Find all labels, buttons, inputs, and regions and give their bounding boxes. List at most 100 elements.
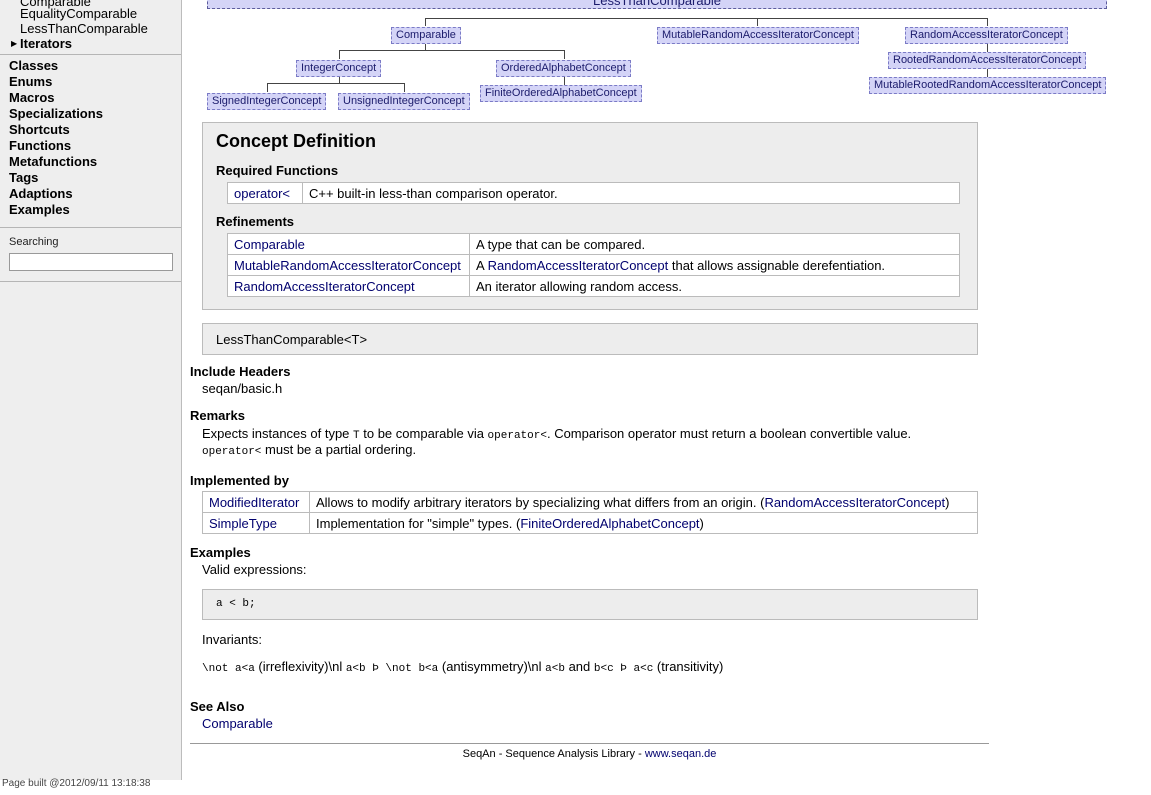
code-fragment: operator< — [487, 430, 547, 442]
graph-edge — [339, 50, 564, 51]
refinement-link[interactable]: Comparable — [234, 237, 305, 252]
footer-link[interactable]: www.seqan.de — [645, 748, 717, 760]
include-header-value: seqan/basic.h — [202, 381, 283, 396]
sidebar-item-examples[interactable]: Examples — [9, 202, 70, 217]
sidebar-item-functions[interactable]: Functions — [9, 138, 71, 153]
graph-edge — [267, 83, 404, 84]
graph-edge — [425, 18, 426, 26]
footer-text: SeqAn - Sequence Analysis Library - — [462, 748, 645, 760]
graph-edge — [404, 83, 405, 92]
graph-node-orderedalphabetconcept[interactable]: OrderedAlphabetConcept — [496, 60, 631, 77]
sidebar-item-adaptions[interactable]: Adaptions — [9, 186, 73, 201]
sidebar-divider — [0, 281, 181, 282]
valid-expressions-label: Valid expressions: — [202, 562, 307, 577]
table-cell: RandomAccessIteratorConcept — [227, 275, 470, 297]
graph-edge — [987, 18, 988, 26]
text-fragment: must be a partial ordering. — [261, 442, 417, 457]
example-code: a < b; — [216, 598, 256, 610]
graph-edge — [564, 50, 565, 59]
table-cell: An iterator allowing random access. — [469, 275, 960, 297]
graph-edge — [425, 43, 426, 50]
footer: SeqAn - Sequence Analysis Library - www.… — [190, 748, 989, 760]
text-fragment: (transitivity) — [653, 659, 724, 674]
see-also-heading: See Also — [190, 699, 245, 714]
inline-link[interactable]: FiniteOrderedAlphabetConcept — [520, 516, 699, 531]
sidebar: Comparable EqualityComparable LessThanCo… — [0, 0, 182, 780]
table-row: MutableRandomAccessIteratorConcept A Ran… — [227, 254, 960, 276]
implemented-by-heading: Implemented by — [190, 473, 289, 488]
table-cell: MutableRandomAccessIteratorConcept — [227, 254, 470, 276]
code-fragment: \not a<a — [202, 663, 255, 675]
graph-node-finiteorderedalphabetconcept[interactable]: FiniteOrderedAlphabetConcept — [480, 85, 642, 102]
implementation-link[interactable]: SimpleType — [209, 516, 277, 531]
table-cell: A type that can be compared. — [469, 233, 960, 255]
implementation-link[interactable]: ModifiedIterator — [209, 495, 299, 510]
graph-edge — [339, 50, 340, 59]
page-built-timestamp: Page built @2012/09/11 13:18:38 — [2, 778, 151, 789]
graph-node-signedintegerconcept[interactable]: SignedIntegerConcept — [207, 93, 327, 110]
table-cell: C++ built-in less-than comparison operat… — [302, 182, 960, 204]
graph-edge — [564, 76, 565, 85]
see-also-link[interactable]: Comparable — [202, 716, 273, 731]
table-row: ModifiedIterator Allows to modify arbitr… — [202, 491, 978, 513]
invariants-text: \not a<a (irreflexivity)\nl a<b Þ \not b… — [202, 659, 982, 675]
text-fragment: Allows to modify arbitrary iterators by … — [316, 494, 765, 510]
footer-divider — [190, 743, 989, 744]
code-fragment: b<c Þ a<c — [593, 663, 654, 675]
table-cell: SimpleType — [202, 512, 310, 534]
sidebar-item-tags[interactable]: Tags — [9, 170, 38, 185]
graph-node-integerconcept[interactable]: IntegerConcept — [296, 60, 382, 77]
sidebar-item-metafunctions[interactable]: Metafunctions — [9, 154, 97, 169]
implemented-by-table: ModifiedIterator Allows to modify arbitr… — [202, 491, 978, 534]
code-fragment: a<b — [545, 663, 565, 675]
refinement-link[interactable]: MutableRandomAccessIteratorConcept — [234, 258, 461, 273]
code-fragment: T — [353, 430, 360, 442]
table-cell: Implementation for "simple" types. (Fini… — [309, 512, 978, 534]
graph-node-comparable[interactable]: Comparable — [391, 27, 461, 44]
include-headers-heading: Include Headers — [190, 364, 291, 379]
text-fragment: that allows assignable derefentiation. — [668, 257, 886, 273]
table-cell: operator< — [227, 182, 303, 204]
text-fragment: (irreflexivity)\nl — [254, 659, 346, 674]
examples-heading: Examples — [190, 545, 251, 560]
refinements-label: Refinements — [216, 214, 295, 229]
required-function-link[interactable]: operator< — [234, 186, 290, 201]
search-input[interactable] — [9, 253, 173, 271]
table-cell: Allows to modify arbitrary iterators by … — [309, 491, 978, 513]
graph-node-rootedrandomaccessiteratorconcept[interactable]: RootedRandomAccessIteratorConcept — [888, 52, 1087, 69]
refinements-table: Comparable A type that can be compared. … — [227, 233, 960, 297]
graph-edge — [267, 83, 268, 92]
graph-node-randomaccessiteratorconcept[interactable]: RandomAccessIteratorConcept — [905, 27, 1068, 44]
table-cell: Comparable — [227, 233, 470, 255]
invariants-label: Invariants: — [202, 632, 262, 647]
text-fragment: (antisymmetry)\nl — [438, 659, 546, 674]
graph-node-root[interactable]: LessThanComparable — [207, 0, 1107, 9]
refinement-link[interactable]: RandomAccessIteratorConcept — [234, 279, 415, 294]
graph-edge — [339, 76, 340, 83]
graph-edge — [987, 69, 988, 77]
inline-link[interactable]: RandomAccessIteratorConcept — [764, 495, 945, 510]
graph-edge — [987, 43, 988, 52]
inline-link[interactable]: RandomAccessIteratorConcept — [488, 258, 669, 273]
required-functions-label: Required Functions — [216, 163, 339, 178]
table-row: operator< C++ built-in less-than compari… — [227, 182, 960, 204]
sidebar-divider — [0, 227, 181, 228]
signature-text: LessThanComparable<T> — [216, 332, 368, 347]
sidebar-item-shortcuts[interactable]: Shortcuts — [9, 122, 70, 137]
concept-definition-title: Concept Definition — [216, 131, 376, 151]
graph-edge — [425, 18, 988, 19]
signature-box: LessThanComparable<T> — [202, 323, 978, 355]
remarks-heading: Remarks — [190, 408, 245, 423]
text-fragment: Expects instances of type — [202, 426, 354, 441]
search-label: Searching — [9, 236, 59, 248]
graph-node-mutablerandomaccessiteratorconcept[interactable]: MutableRandomAccessIteratorConcept — [657, 27, 859, 44]
graph-node-mutablerootedrandomaccessiteratorconcept[interactable]: MutableRootedRandomAccessIteratorConcept — [869, 77, 1107, 94]
table-cell: ModifiedIterator — [202, 491, 310, 513]
graph-node-unsignedintegerconcept[interactable]: UnsignedIntegerConcept — [338, 93, 470, 110]
text-fragment: Implementation for "simple" types. ( — [316, 515, 521, 531]
text-fragment: and — [564, 659, 594, 674]
graph-edge — [757, 18, 758, 26]
code-fragment: operator< — [202, 446, 262, 458]
text-fragment: ) — [945, 494, 950, 510]
text-fragment: ) — [699, 515, 704, 531]
